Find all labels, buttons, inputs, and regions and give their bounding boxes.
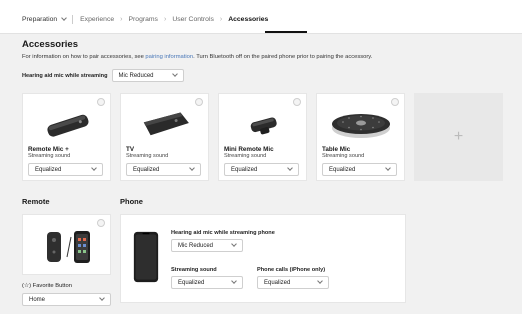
remote-mic-image — [47, 114, 89, 137]
phone-mic-dropdown[interactable]: Mic Reduced — [171, 239, 243, 252]
dropdown-value: Equalized — [35, 166, 62, 173]
phone-streaming-sound-label: Streaming sound — [171, 267, 217, 273]
chevron-down-icon — [287, 165, 293, 171]
card-name: Remote Mic + — [28, 146, 69, 153]
breadcrumb-programs[interactable]: Programs — [129, 16, 158, 23]
phone-mic-label: Hearing aid mic while streaming phone — [171, 230, 275, 236]
chevron-down-icon — [189, 165, 195, 171]
plus-icon: + — [453, 128, 464, 145]
mini-remote-mic-image — [250, 117, 277, 135]
streaming-sound-dropdown[interactable]: Equalized — [126, 163, 201, 176]
add-accessory-button[interactable]: + — [414, 93, 503, 181]
breadcrumb-accessories[interactable]: Accessories — [228, 16, 268, 23]
chevron-down-icon — [61, 15, 67, 21]
tv-streamer-image — [143, 112, 189, 136]
breadcrumb-label: User Controls — [172, 16, 214, 23]
chevron-right-icon: › — [219, 16, 223, 23]
breadcrumb-label: Experience — [80, 16, 115, 23]
dropdown-value: Mic Reduced — [178, 242, 214, 249]
favorite-button-dropdown[interactable]: Home — [22, 293, 111, 306]
phone-streaming-sound-dropdown[interactable]: Equalized — [171, 276, 243, 289]
phone-panel: Hearing aid mic while streaming phone Mi… — [120, 214, 406, 303]
dropdown-value: Equalized — [178, 279, 205, 286]
select-radio[interactable] — [97, 219, 105, 227]
phone-section-title: Phone — [120, 197, 143, 206]
streaming-mic-label: Hearing aid mic while streaming — [22, 72, 108, 79]
select-radio[interactable] — [391, 98, 399, 106]
accessory-card-mini-remote-mic[interactable]: Mini Remote Mic Streaming sound Equalize… — [218, 93, 307, 181]
table-mic-image — [332, 114, 390, 138]
top-bar: Preparation Experience › Programs › User… — [0, 0, 522, 34]
chevron-down-icon — [171, 71, 178, 77]
dropdown-value: Home — [29, 296, 46, 303]
chevron-down-icon — [231, 278, 237, 284]
dropdown-value: Equalized — [329, 166, 356, 173]
breadcrumb-label: Preparation — [22, 16, 58, 23]
divider — [72, 15, 74, 24]
card-subtitle: Streaming sound — [28, 153, 71, 159]
breadcrumb-user-controls[interactable]: User Controls — [172, 16, 214, 23]
accessory-card-tv[interactable]: TV Streaming sound Equalized — [120, 93, 209, 181]
streaming-mic-dropdown[interactable]: Mic Reduced — [111, 69, 184, 82]
streaming-mic-row: Hearing aid mic while streaming Mic Redu… — [22, 69, 184, 82]
active-tab-underline — [265, 31, 307, 33]
breadcrumb: Preparation Experience › Programs › User… — [22, 15, 274, 24]
card-name: Table Mic — [322, 146, 351, 153]
breadcrumb-experience[interactable]: Experience — [80, 16, 114, 23]
info-prefix: For information on how to pair accessori… — [22, 54, 146, 60]
card-subtitle: Streaming sound — [126, 153, 169, 159]
breadcrumb-label: Accessories — [228, 16, 269, 23]
chevron-down-icon — [91, 165, 97, 171]
chevron-right-icon: › — [163, 16, 167, 23]
dropdown-value: Mic Reduced — [118, 72, 154, 79]
info-text: For information on how to pair accessori… — [22, 54, 372, 60]
dropdown-value: Equalized — [231, 166, 258, 173]
streaming-sound-dropdown[interactable]: Equalized — [224, 163, 299, 176]
chevron-down-icon — [99, 295, 105, 301]
phone-calls-dropdown[interactable]: Equalized — [257, 276, 329, 289]
dropdown-value: Equalized — [264, 279, 291, 286]
info-suffix: . Turn Bluetooth off on the paired phone… — [193, 54, 373, 60]
card-name: Mini Remote Mic — [224, 146, 274, 153]
select-radio[interactable] — [97, 98, 105, 106]
streaming-sound-dropdown[interactable]: Equalized — [28, 163, 103, 176]
favorite-button-label: (☆) Favorite Button — [22, 283, 72, 289]
phone-calls-label: Phone calls (iPhone only) — [257, 267, 326, 273]
chevron-down-icon — [317, 278, 323, 284]
chevron-down-icon — [385, 165, 391, 171]
page-title: Accessories — [22, 39, 78, 50]
select-radio[interactable] — [195, 98, 203, 106]
breadcrumb-label: Programs — [128, 16, 158, 23]
card-subtitle: Streaming sound — [224, 153, 267, 159]
card-subtitle: Streaming sound — [322, 153, 365, 159]
dropdown-value: Equalized — [133, 166, 160, 173]
accessory-card-remote-mic-plus[interactable]: Remote Mic + Streaming sound Equalized — [22, 93, 111, 181]
remote-card[interactable] — [22, 214, 111, 275]
pairing-info-link[interactable]: pairing information — [145, 54, 193, 60]
streaming-sound-dropdown[interactable]: Equalized — [322, 163, 397, 176]
select-radio[interactable] — [293, 98, 301, 106]
remote-section-title: Remote — [22, 197, 50, 206]
accessory-card-table-mic[interactable]: Table Mic Streaming sound Equalized — [316, 93, 405, 181]
chevron-right-icon: › — [120, 16, 123, 23]
chevron-down-icon — [231, 241, 237, 247]
breadcrumb-preparation[interactable]: Preparation — [22, 15, 67, 23]
card-name: TV — [126, 146, 135, 153]
phone-image — [133, 231, 159, 283]
